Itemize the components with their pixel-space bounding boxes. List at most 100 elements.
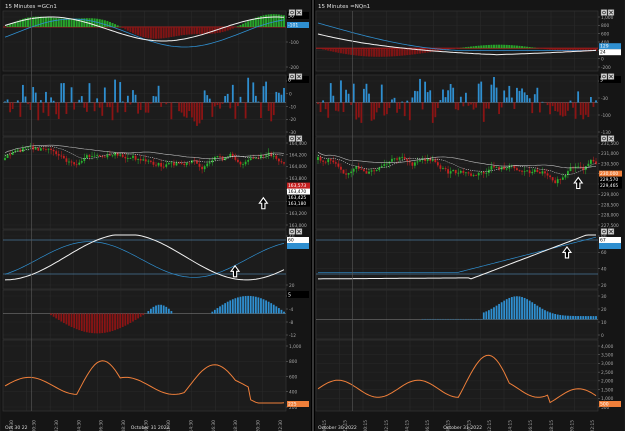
- value-badge: [599, 243, 621, 249]
- delta-bar: [475, 102, 478, 108]
- close-icon[interactable]: [607, 228, 615, 235]
- candle-body: [160, 163, 163, 167]
- close-icon[interactable]: [295, 135, 303, 142]
- axis-label: 227,500: [601, 223, 619, 229]
- candle-body: [27, 146, 29, 148]
- histogram-bar: [185, 27, 188, 35]
- delta-bar: [340, 80, 342, 103]
- candle-body: [137, 158, 140, 160]
- delta-bar: [431, 102, 434, 123]
- delta-bar: [584, 102, 587, 115]
- panel-4[interactable]: 4020: [2, 228, 303, 290]
- settings-icon-box[interactable]: [600, 73, 608, 80]
- settings-icon[interactable]: [288, 73, 296, 80]
- panel-3[interactable]: 231,500231,000230,500230,000229,500229,0…: [315, 135, 619, 230]
- delta-bar: [414, 90, 416, 103]
- panel-5[interactable]: 30 20 10 0: [315, 289, 607, 340]
- settings-icon[interactable]: [600, 228, 608, 235]
- histogram-bar: [170, 27, 173, 37]
- histogram-bar: [347, 48, 350, 55]
- chart-canvas: 15 Minutes =GCn1 0 -100 -200 5 0 10 0 -10 -20 -30 0…: [1, 0, 624, 431]
- candle-body: [57, 154, 60, 156]
- delta-bar: [334, 102, 337, 111]
- trading-workspace: 15 Minutes =GCn1 0 -100 -200 5 0 10 0 -10 -20 -30 0…: [0, 0, 625, 431]
- candle-body: [16, 149, 19, 151]
- delta-bar: [208, 98, 211, 103]
- candle-body: [503, 166, 506, 170]
- momentum-bar: [564, 315, 567, 320]
- settings-icon-box[interactable]: [600, 228, 608, 235]
- histogram-bar: [67, 18, 70, 27]
- panel-1[interactable]: 1,0008006004002000-200: [315, 9, 615, 72]
- candle-body: [317, 157, 319, 160]
- delta-bar: [403, 102, 406, 117]
- histogram-bar: [406, 48, 409, 56]
- histogram-bar: [50, 17, 53, 27]
- panel-6[interactable]: 4,0003,5003,0002,5002,0001,5001,000500: [315, 339, 614, 412]
- candle-body: [521, 170, 523, 172]
- delta-bar: [206, 95, 209, 103]
- delta-bar: [34, 92, 37, 103]
- settings-icon[interactable]: [600, 135, 608, 142]
- delta-bar: [283, 87, 285, 103]
- momentum-bar: [267, 301, 270, 314]
- candle-body: [322, 160, 325, 162]
- candle-body: [465, 172, 467, 174]
- candle-body: [183, 163, 186, 165]
- histogram-bar: [503, 44, 506, 49]
- candle-body: [447, 169, 449, 174]
- panel-flag-label: 5: [288, 293, 291, 299]
- settings-icon-box[interactable]: [288, 135, 296, 142]
- settings-icon-box[interactable]: [600, 135, 608, 142]
- histogram-bar: [482, 45, 485, 49]
- settings-icon-box[interactable]: [600, 9, 608, 16]
- candle-body: [152, 161, 155, 165]
- delta-bar: [457, 102, 460, 111]
- close-icon[interactable]: [295, 9, 303, 16]
- histogram-bar: [52, 17, 55, 27]
- histogram-bar: [449, 48, 452, 50]
- candle-body: [505, 168, 508, 170]
- panel-6[interactable]: 1,000800600400200: [2, 339, 302, 412]
- close-icon[interactable]: [295, 73, 303, 80]
- time-axis-label: 02:15: [384, 420, 390, 431]
- axis-label: 600: [289, 374, 297, 380]
- momentum-bar: [73, 313, 76, 329]
- delta-bar: [124, 102, 127, 113]
- momentum-bar: [124, 313, 127, 326]
- momentum-bar: [167, 308, 170, 314]
- settings-icon-box[interactable]: [288, 73, 296, 80]
- settings-icon[interactable]: [288, 228, 296, 235]
- settings-icon[interactable]: [288, 135, 296, 142]
- momentum-bar: [239, 296, 242, 314]
- histogram-bar: [114, 24, 117, 27]
- momentum-bar: [252, 296, 255, 314]
- histogram-bar: [198, 27, 201, 35]
- settings-icon-box[interactable]: [288, 228, 296, 235]
- momentum-bar: [283, 311, 285, 314]
- close-icon[interactable]: [607, 9, 615, 16]
- histogram-bar: [131, 27, 134, 34]
- close-icon[interactable]: [607, 73, 615, 80]
- candle-body: [380, 165, 383, 168]
- delta-bar: [42, 102, 45, 113]
- candle-body: [342, 169, 345, 174]
- histogram-bar: [134, 27, 137, 35]
- axis-label: -10: [289, 104, 296, 110]
- settings-icon-box[interactable]: [288, 9, 296, 16]
- histogram-bar: [195, 27, 198, 35]
- delta-bar: [406, 100, 409, 103]
- settings-icon[interactable]: [288, 9, 296, 16]
- settings-icon[interactable]: [600, 73, 608, 80]
- histogram-bar: [513, 45, 516, 49]
- close-icon[interactable]: [607, 135, 615, 142]
- delta-bar: [393, 97, 396, 103]
- delta-bar: [183, 102, 186, 117]
- settings-icon[interactable]: [600, 9, 608, 16]
- panel-4[interactable]: 80604020: [315, 228, 615, 290]
- close-icon[interactable]: [295, 228, 303, 235]
- axis-label: 0: [601, 333, 604, 339]
- delta-bar: [101, 102, 104, 116]
- momentum-bar: [121, 313, 124, 327]
- panel-5[interactable]: 0-4-8-125: [2, 289, 309, 340]
